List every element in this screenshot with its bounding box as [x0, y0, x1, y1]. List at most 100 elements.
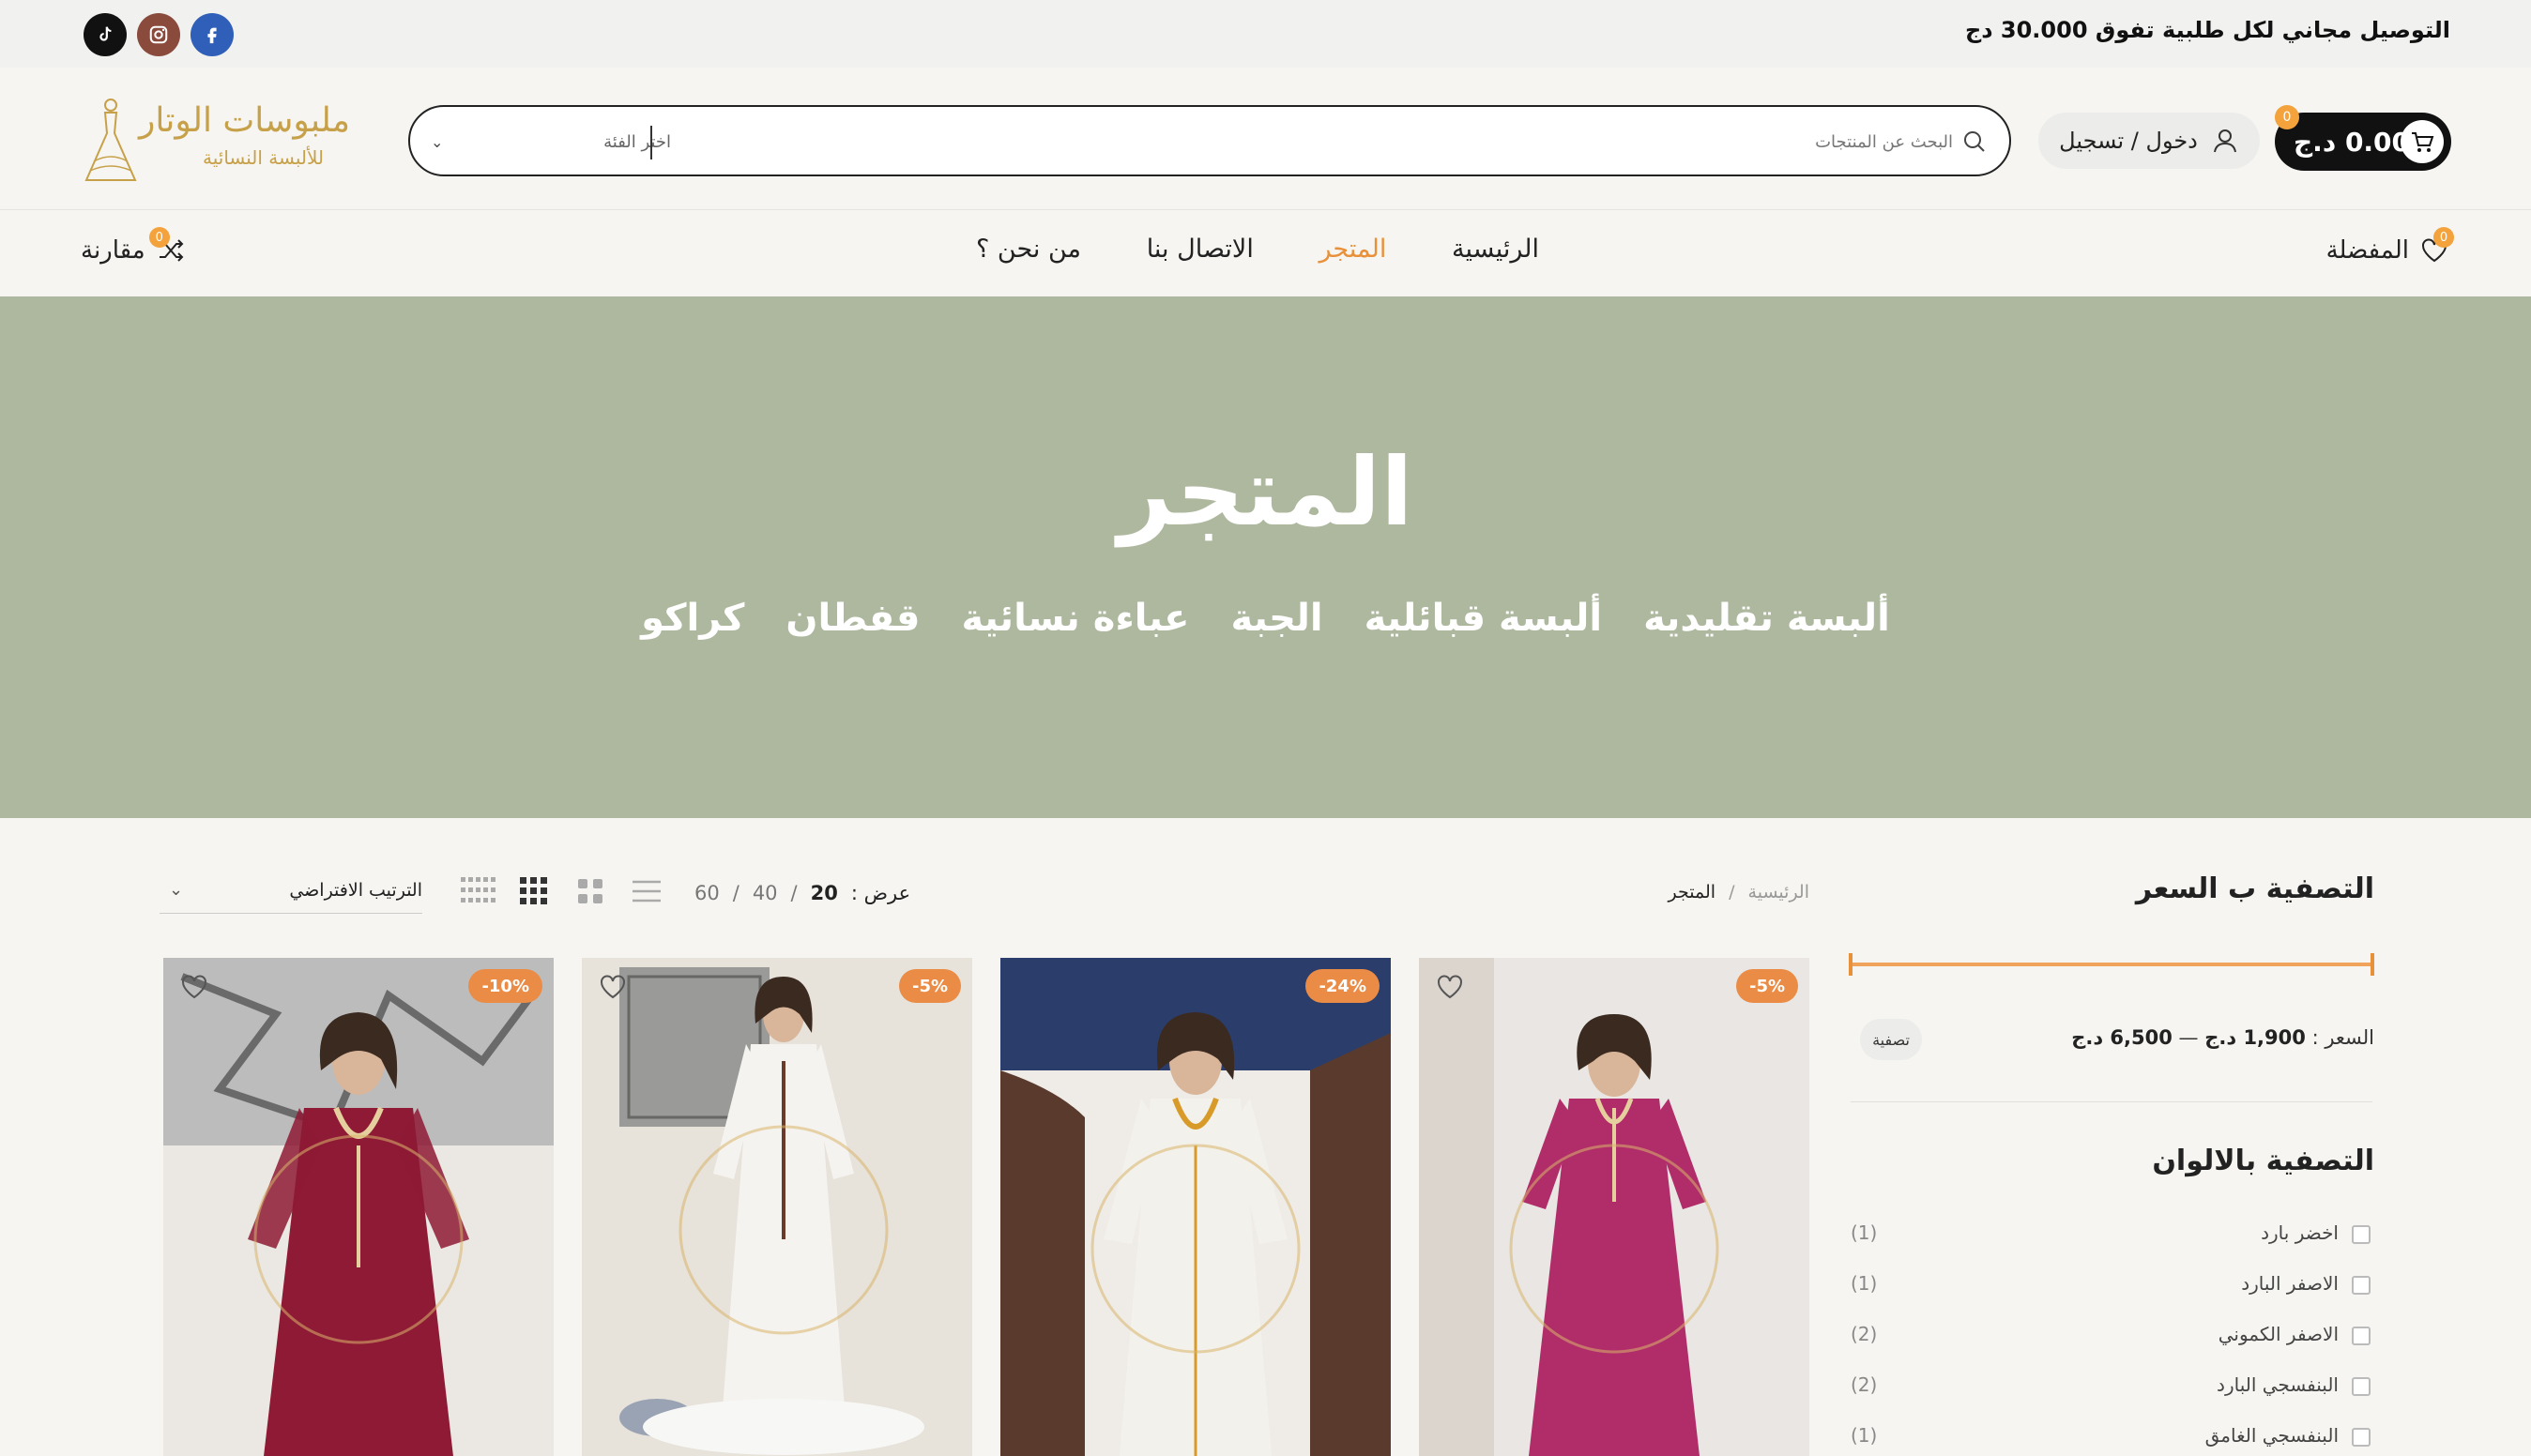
- wishlist-count-badge: 0: [2433, 227, 2454, 248]
- checkbox[interactable]: [2352, 1377, 2371, 1396]
- breadcrumb-separator: /: [1729, 882, 1735, 902]
- checkbox[interactable]: [2352, 1276, 2371, 1295]
- grid-3-icon[interactable]: [572, 876, 608, 906]
- search-icon[interactable]: [1959, 126, 1990, 158]
- grid-2-icon[interactable]: [629, 876, 664, 906]
- color-count: (1): [1851, 1221, 1878, 1244]
- breadcrumb-current: المتجر: [1668, 882, 1716, 902]
- product-card[interactable]: -24%: [1000, 958, 1391, 1456]
- product-image: [1419, 958, 1809, 1456]
- instagram-icon[interactable]: [137, 13, 180, 56]
- nav-item-about[interactable]: من نحن ؟: [976, 235, 1081, 264]
- product-image: [582, 958, 972, 1456]
- sidebar-divider: [1851, 1101, 2372, 1102]
- checkbox[interactable]: [2352, 1225, 2371, 1244]
- compare-icon: 0: [148, 227, 187, 266]
- wishlist-heart-icon[interactable]: [178, 971, 210, 1003]
- price-range-text: السعر : 1,900 د.ج — 6,500 د.ج: [2071, 1026, 2374, 1049]
- color-name: البنفسجي البارد: [2217, 1373, 2339, 1396]
- price-slider-min-handle[interactable]: [1849, 953, 1853, 976]
- per-page-selector: عرض : 20 / 40 / 60: [694, 882, 910, 904]
- category-select[interactable]: ⌄ اختر الفئة: [431, 128, 684, 156]
- filter-button[interactable]: تصفية: [1860, 1019, 1922, 1060]
- price-slider-track[interactable]: [1851, 963, 2372, 966]
- color-filter-item[interactable]: الاصفر البارد (1): [1849, 1270, 2374, 1300]
- color-filter-item[interactable]: البنفسجي البارد (2): [1849, 1372, 2374, 1402]
- page-title: المتجر: [1118, 437, 1413, 547]
- breadcrumb: الرئيسية / المتجر: [1669, 882, 1810, 902]
- wishlist-heart-icon[interactable]: [597, 971, 629, 1003]
- discount-badge: -5%: [898, 969, 961, 1003]
- compare-link[interactable]: مقارنة 0: [81, 227, 187, 266]
- color-count: (1): [1851, 1424, 1878, 1447]
- color-name: الاصفر البارد: [2241, 1272, 2339, 1295]
- discount-badge: -24%: [1305, 969, 1380, 1003]
- shop-hero: المتجر ألبسة تقليدية ألبسة قبائلية الجبة…: [0, 296, 2531, 818]
- free-shipping-notice: التوصيل مجاني لكل طلبية تفوق 30.000 دج: [1964, 17, 2450, 43]
- color-filter-item[interactable]: البنفسجي الغامق (1): [1849, 1422, 2374, 1452]
- grid-4-icon[interactable]: [516, 876, 552, 906]
- discount-badge: -5%: [1735, 969, 1798, 1003]
- login-register-button[interactable]: دخول / تسجيل: [2038, 113, 2260, 169]
- hero-category-karakou[interactable]: كراكو: [641, 597, 744, 640]
- per-page-60[interactable]: 60: [694, 882, 720, 904]
- chevron-down-icon: ⌄: [169, 880, 184, 900]
- wishlist-heart-icon[interactable]: [1434, 971, 1466, 1003]
- product-card[interactable]: -5%: [1419, 958, 1809, 1456]
- chevron-down-icon: ⌄: [431, 132, 444, 151]
- cart-total: 0.00 د.ج: [2294, 127, 2411, 158]
- tiktok-icon[interactable]: [84, 13, 127, 56]
- color-count: (2): [1851, 1323, 1878, 1345]
- nav-menu: الرئيسية المتجر الاتصال بنا من نحن ؟: [976, 235, 1539, 264]
- product-image: [1000, 958, 1391, 1456]
- wishlist-label: المفضلة: [2325, 236, 2409, 265]
- breadcrumb-home[interactable]: الرئيسية: [1748, 882, 1809, 902]
- discount-badge: -10%: [468, 969, 542, 1003]
- facebook-icon[interactable]: [191, 13, 234, 56]
- view-switcher: [460, 876, 664, 906]
- per-page-40[interactable]: 40: [753, 882, 778, 904]
- color-filter-item[interactable]: الاصفر الكموني (2): [1849, 1321, 2374, 1351]
- cart-button[interactable]: 0.00 د.ج 0: [2275, 105, 2451, 171]
- checkbox[interactable]: [2352, 1327, 2371, 1345]
- main-nav: مقارنة 0 الرئيسية المتجر الاتصال بنا من …: [0, 210, 2531, 296]
- checkbox[interactable]: [2352, 1428, 2371, 1447]
- login-label: دخول / تسجيل: [2059, 128, 2198, 154]
- hero-category-caftan[interactable]: قفطان: [785, 597, 920, 640]
- logo-subtitle: للألبسة النسائية: [203, 146, 325, 169]
- sort-select[interactable]: الترتيب الافتراضي ⌄: [160, 874, 422, 914]
- logo-title: ملبوسات الوتار: [139, 101, 351, 140]
- product-card[interactable]: -5%: [582, 958, 972, 1456]
- per-page-separator: /: [732, 882, 739, 904]
- hero-category-kabyle[interactable]: ألبسة قبائلية: [1365, 597, 1602, 640]
- nav-item-contact[interactable]: الاتصال بنا: [1147, 235, 1254, 264]
- search-input[interactable]: [921, 124, 1953, 159]
- header: ملبوسات الوتار للألبسة النسائية ⌄ اختر ا…: [0, 68, 2531, 210]
- price-min: 1,900 د.ج: [2204, 1026, 2306, 1049]
- site-logo[interactable]: ملبوسات الوتار للألبسة النسائية: [81, 96, 381, 190]
- nav-item-home[interactable]: الرئيسية: [1452, 235, 1539, 264]
- show-label: عرض :: [850, 882, 911, 904]
- hero-category-abaya[interactable]: عباءة نسائية: [961, 597, 1189, 640]
- compare-label: مقارنة: [81, 236, 145, 265]
- search-divider: [650, 126, 652, 159]
- product-image: [163, 958, 554, 1456]
- product-card[interactable]: -10%: [163, 958, 554, 1456]
- per-page-separator: /: [790, 882, 798, 904]
- grid-5-icon[interactable]: [460, 876, 496, 906]
- price-dash: —: [2178, 1026, 2199, 1049]
- color-filter-item[interactable]: اخضر بارد (1): [1849, 1220, 2374, 1250]
- compare-count-badge: 0: [148, 227, 170, 248]
- search-bar: ⌄ اختر الفئة: [408, 105, 2011, 176]
- nav-item-shop[interactable]: المتجر: [1319, 235, 1387, 264]
- hero-category-traditional[interactable]: ألبسة تقليدية: [1643, 597, 1890, 640]
- per-page-20[interactable]: 20: [811, 882, 838, 904]
- price-slider-max-handle[interactable]: [2371, 953, 2374, 976]
- hero-category-jebba[interactable]: الجبة: [1230, 597, 1322, 640]
- color-name: البنفسجي الغامق: [2204, 1424, 2339, 1447]
- price-range-row: السعر : 1,900 د.ج — 6,500 د.ج تصفية: [1849, 1019, 2374, 1060]
- color-count: (2): [1851, 1373, 1878, 1396]
- wishlist-link[interactable]: 0 المفضلة: [2325, 227, 2454, 266]
- sort-value: الترتيب الافتراضي: [289, 880, 422, 901]
- category-placeholder: اختر الفئة: [603, 131, 671, 152]
